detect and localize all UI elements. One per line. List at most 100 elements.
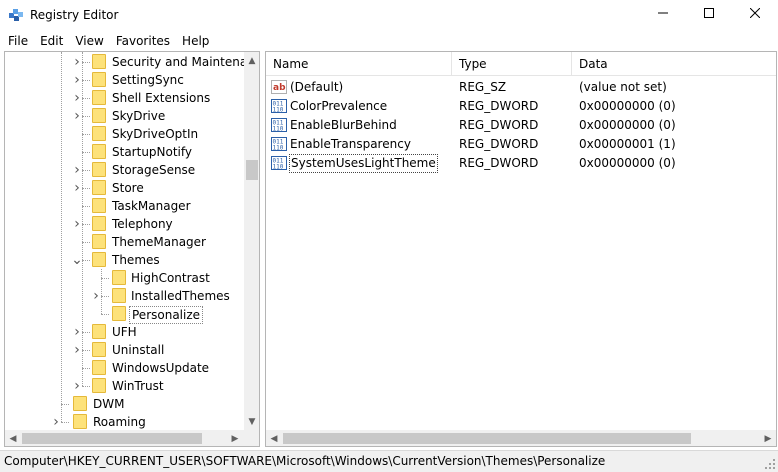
tree-node[interactable]: › InstalledThemes [5, 287, 244, 305]
menu-edit[interactable]: Edit [34, 31, 69, 51]
chevron-right-icon[interactable]: › [72, 107, 82, 125]
scroll-left-icon[interactable]: ◀ [266, 430, 282, 446]
menu-favorites[interactable]: Favorites [110, 31, 176, 51]
svg-text:ab: ab [273, 83, 286, 93]
tree-connector-line [82, 152, 90, 153]
value-row[interactable]: 011 110 EnableTransparency REG_DWORD 0x00000… [266, 135, 776, 154]
binary-value-icon: 011110 [271, 99, 287, 114]
tree-node[interactable]: ThemeManager [5, 233, 244, 251]
value-row[interactable]: ab (Default) REG_SZ (value not set) [266, 78, 776, 97]
scroll-right-icon[interactable]: ▶ [227, 430, 243, 446]
tree-node[interactable]: › SkyDrive [5, 107, 244, 125]
string-value-icon: ab [271, 80, 287, 94]
tree-horizontal-scroll-thumb[interactable] [22, 433, 202, 444]
tree-node-label: WindowsUpdate [112, 361, 210, 375]
folder-icon [92, 72, 106, 87]
tree-vertical-scrollbar[interactable]: ▲ ▼ [244, 52, 259, 430]
values-horizontal-scroll-thumb[interactable] [283, 433, 691, 444]
value-row[interactable]: 011 110 EnableBlurBehind REG_DWORD 0x0000000… [266, 116, 776, 135]
registry-tree[interactable]: › Security and Maintenanc › SettingSync › She… [4, 51, 260, 447]
tree-node[interactable]: › Roaming [5, 413, 244, 430]
menu-file[interactable]: File [0, 31, 34, 51]
scroll-right-icon[interactable]: ▶ [760, 430, 776, 446]
tree-connector-line [82, 62, 90, 63]
tree-node-label: StorageSense [112, 163, 196, 177]
folder-icon [92, 252, 106, 267]
chevron-right-icon[interactable]: › [72, 323, 82, 341]
scroll-down-icon[interactable]: ▼ [244, 413, 259, 430]
chevron-right-icon[interactable]: › [72, 53, 82, 71]
close-button[interactable] [732, 0, 778, 26]
binary-value-icon: 011110 [271, 156, 287, 171]
menu-help[interactable]: Help [176, 31, 215, 51]
chevron-right-icon[interactable]: › [72, 71, 82, 89]
tree-node[interactable]: WindowsUpdate [5, 359, 244, 377]
scroll-up-icon[interactable]: ▲ [244, 52, 259, 69]
tree-connector-line [82, 242, 90, 243]
folder-icon [92, 216, 106, 231]
tree-node-label: Shell Extensions [112, 91, 211, 105]
tree-node[interactable]: › UFH [5, 323, 244, 341]
column-header-type[interactable]: Type [452, 52, 572, 76]
tree-vertical-scroll-thumb[interactable] [246, 160, 258, 180]
minimize-button[interactable] [640, 0, 686, 26]
chevron-right-icon[interactable]: › [91, 287, 101, 305]
svg-text:110: 110 [273, 126, 284, 133]
chevron-right-icon[interactable]: › [51, 413, 61, 430]
tree-view[interactable]: › Security and Maintenanc › SettingSync › She… [5, 52, 244, 430]
tree-node[interactable]: ⌄ Themes [5, 251, 244, 269]
value-row[interactable]: 011 110 ColorPrevalence REG_DWORD 0x00000000… [266, 97, 776, 116]
resize-grip-icon[interactable] [764, 458, 776, 470]
tree-node[interactable]: › Security and Maintenanc [5, 53, 244, 71]
tree-node[interactable]: HighContrast [5, 269, 244, 287]
tree-connector-line [82, 350, 90, 351]
maximize-icon [704, 8, 714, 18]
value-type: REG_DWORD [459, 99, 539, 113]
chevron-right-icon[interactable]: › [72, 179, 82, 197]
value-row[interactable]: 011 110 SystemUsesLightTheme REG_DWORD 0x000… [266, 154, 776, 173]
values-list[interactable]: Name Type Data ab (Default) REG_SZ (value n… [265, 51, 777, 447]
value-data: 0x00000000 (0) [579, 118, 676, 132]
tree-node[interactable]: TaskManager [5, 197, 244, 215]
tree-node[interactable]: › Telephony [5, 215, 244, 233]
value-data: 0x00000000 (0) [579, 156, 676, 170]
tree-node[interactable]: SkyDriveOptIn [5, 125, 244, 143]
tree-node[interactable]: › SettingSync [5, 71, 244, 89]
folder-icon [92, 162, 106, 177]
chevron-right-icon[interactable]: › [72, 215, 82, 233]
svg-text:110: 110 [273, 107, 284, 114]
value-name: (Default) [290, 80, 344, 94]
value-name: ColorPrevalence [290, 99, 388, 113]
tree-node[interactable]: › StorageSense [5, 161, 244, 179]
column-header-name[interactable]: Name [266, 52, 452, 76]
tree-connector-line [82, 224, 90, 225]
tree-node[interactable]: › Shell Extensions [5, 89, 244, 107]
folder-icon [92, 54, 106, 69]
folder-icon [73, 414, 87, 429]
tree-node[interactable]: › Store [5, 179, 244, 197]
svg-text:110: 110 [273, 145, 284, 152]
title-bar: Registry Editor [0, 0, 778, 30]
column-header-data[interactable]: Data [572, 52, 776, 76]
tree-node[interactable]: Personalize [5, 305, 244, 324]
value-type: REG_SZ [459, 80, 507, 94]
tree-node[interactable]: StartupNotify [5, 143, 244, 161]
tree-node-label: Themes [112, 253, 160, 267]
tree-connector-line [82, 206, 90, 207]
menu-view[interactable]: View [69, 31, 109, 51]
chevron-down-icon[interactable]: ⌄ [71, 251, 83, 269]
maximize-button[interactable] [686, 0, 732, 26]
tree-connector-line [82, 80, 90, 81]
chevron-right-icon[interactable]: › [72, 341, 82, 359]
tree-horizontal-scrollbar[interactable]: ◀ ▶ [5, 430, 244, 446]
chevron-right-icon[interactable]: › [72, 161, 82, 179]
tree-node[interactable]: › WinTrust [5, 377, 244, 395]
binary-value-icon: 011110 [271, 118, 287, 133]
tree-node[interactable]: › Uninstall [5, 341, 244, 359]
scroll-left-icon[interactable]: ◀ [5, 430, 21, 446]
tree-node[interactable]: DWM [5, 395, 244, 413]
value-name: EnableTransparency [290, 137, 411, 151]
values-horizontal-scrollbar[interactable]: ◀ ▶ [266, 430, 776, 446]
chevron-right-icon[interactable]: › [72, 377, 82, 395]
chevron-right-icon[interactable]: › [72, 89, 82, 107]
